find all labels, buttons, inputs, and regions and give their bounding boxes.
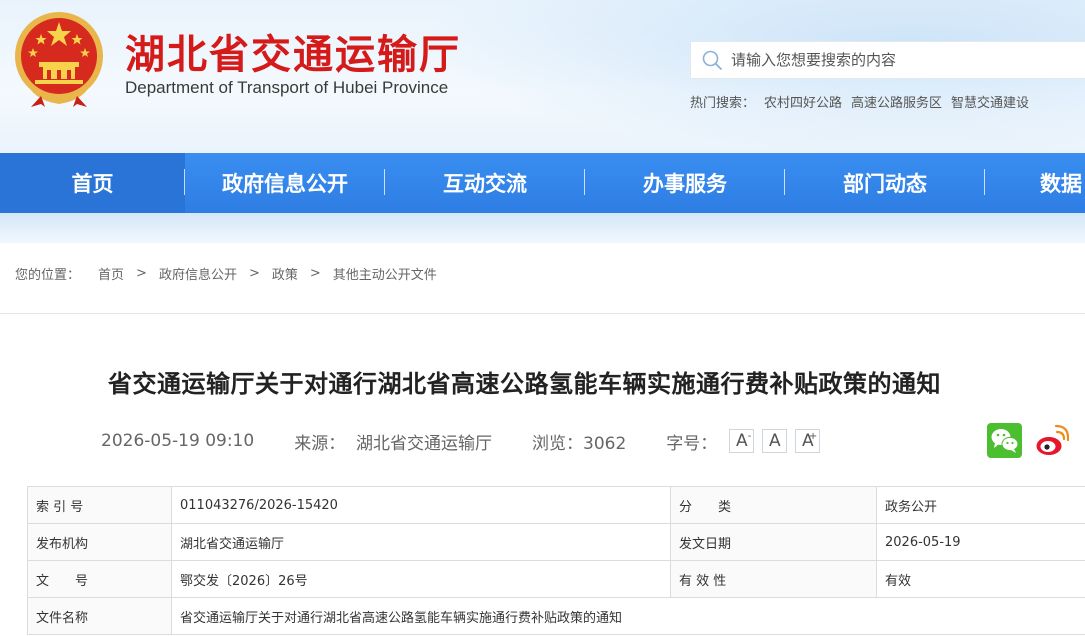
hot-search-link[interactable]: 高速公路服务区	[851, 92, 942, 111]
search-icon[interactable]	[701, 49, 723, 71]
nav-item-label: 政府信息公开	[222, 172, 348, 196]
table-key: 发布机构	[27, 523, 172, 561]
article-title: 省交通运输厅关于对通行湖北省高速公路氢能车辆实施通行费补贴政策的通知	[108, 370, 941, 398]
font-button-letter: A	[768, 431, 781, 451]
font-increase-button[interactable]: A +	[795, 429, 821, 453]
table-value: 湖北省交通运输厅	[171, 523, 671, 561]
search-box	[690, 41, 1085, 79]
nav-item-dept-news[interactable]: 部门动态	[785, 153, 985, 213]
font-button-letter: A	[735, 431, 748, 451]
font-decrease-button[interactable]: A -	[729, 429, 755, 453]
table-value: 有效	[876, 560, 1085, 598]
breadcrumb-link[interactable]: 政府信息公开	[159, 264, 237, 283]
nav-item-label: 互动交流	[443, 172, 527, 196]
table-key: 有 效 性	[670, 560, 877, 598]
breadcrumb-link[interactable]: 首页	[98, 264, 124, 283]
font-button-mark: +	[808, 431, 818, 442]
weibo-share-icon[interactable]	[1034, 423, 1069, 458]
table-value: 2026-05-19	[876, 523, 1085, 561]
table-key: 文 号	[27, 560, 172, 598]
view-count: 浏览：3062	[532, 433, 627, 454]
nav-item-label: 办事服务	[643, 172, 727, 196]
nav-item-label: 部门动态	[843, 172, 927, 196]
table-key: 文件名称	[27, 597, 172, 635]
breadcrumb-separator: >	[248, 266, 260, 281]
table-value: 鄂交发〔2026〕26号	[171, 560, 671, 598]
nav-item-interaction[interactable]: 互动交流	[385, 153, 585, 213]
article-source: 来源： 湖北省交通运输厅	[294, 433, 493, 454]
table-value: 政务公开	[876, 486, 1085, 524]
nav-item-data[interactable]: 数据	[985, 153, 1085, 213]
article-meta: 2026-05-19 09:10 来源： 湖北省交通运输厅 浏览：3062 字号…	[101, 429, 828, 454]
nav-item-services[interactable]: 办事服务	[585, 153, 785, 213]
hot-searches: 热门搜索： 农村四好公路 高速公路服务区 智慧交通建设	[690, 92, 1038, 111]
nav-item-label: 数据	[1040, 172, 1082, 196]
font-button-mark: -	[747, 431, 752, 442]
breadcrumb-label: 您的位置：	[15, 268, 81, 283]
main-nav: 首页 政府信息公开 互动交流 办事服务 部门动态 数据	[0, 153, 1085, 213]
table-key: 发文日期	[670, 523, 877, 561]
table-row: 发布机构 湖北省交通运输厅 发文日期 2026-05-19	[27, 523, 1085, 561]
national-emblem-icon[interactable]	[11, 8, 107, 108]
site-header: 湖北省交通运输厅 Department of Transport of Hube…	[0, 0, 1085, 153]
site-subtitle: Department of Transport of Hubei Provinc…	[125, 78, 449, 97]
table-value: 011043276/2026-15420	[171, 486, 671, 524]
table-row: 索 引 号 011043276/2026-15420 分 类 政务公开	[27, 486, 1085, 524]
breadcrumb-link[interactable]: 政策	[272, 264, 298, 283]
hot-search-label: 热门搜索：	[690, 96, 756, 111]
site-title: 湖北省交通运输厅	[125, 32, 461, 78]
publish-datetime: 2026-05-19 09:10	[101, 431, 255, 451]
section-divider	[0, 313, 1085, 314]
hot-search-link[interactable]: 智慧交通建设	[951, 92, 1029, 111]
document-info-table: 索 引 号 011043276/2026-15420 分 类 政务公开 发布机构…	[27, 486, 1085, 635]
hot-search-link[interactable]: 农村四好公路	[764, 92, 842, 111]
banner-strip	[0, 213, 1085, 243]
font-size-label: 字号：	[666, 433, 718, 454]
search-input[interactable]	[731, 51, 1061, 69]
table-row: 文 号 鄂交发〔2026〕26号 有 效 性 有效	[27, 560, 1085, 598]
font-default-button[interactable]: A	[762, 429, 788, 453]
breadcrumb-link[interactable]: 其他主动公开文件	[333, 264, 437, 283]
breadcrumb-separator: >	[309, 266, 321, 281]
breadcrumb: 您的位置： 首页 > 政府信息公开 > 政策 > 其他主动公开文件	[15, 264, 437, 283]
table-key: 分 类	[670, 486, 877, 524]
nav-item-home[interactable]: 首页	[0, 153, 185, 213]
wechat-share-icon[interactable]	[987, 423, 1022, 458]
nav-item-gov-info[interactable]: 政府信息公开	[185, 153, 385, 213]
table-value: 省交通运输厅关于对通行湖北省高速公路氢能车辆实施通行费补贴政策的通知	[171, 597, 1085, 635]
table-row: 文件名称 省交通运输厅关于对通行湖北省高速公路氢能车辆实施通行费补贴政策的通知	[27, 597, 1085, 635]
table-key: 索 引 号	[27, 486, 172, 524]
nav-item-label: 首页	[71, 172, 114, 196]
breadcrumb-separator: >	[136, 266, 147, 281]
